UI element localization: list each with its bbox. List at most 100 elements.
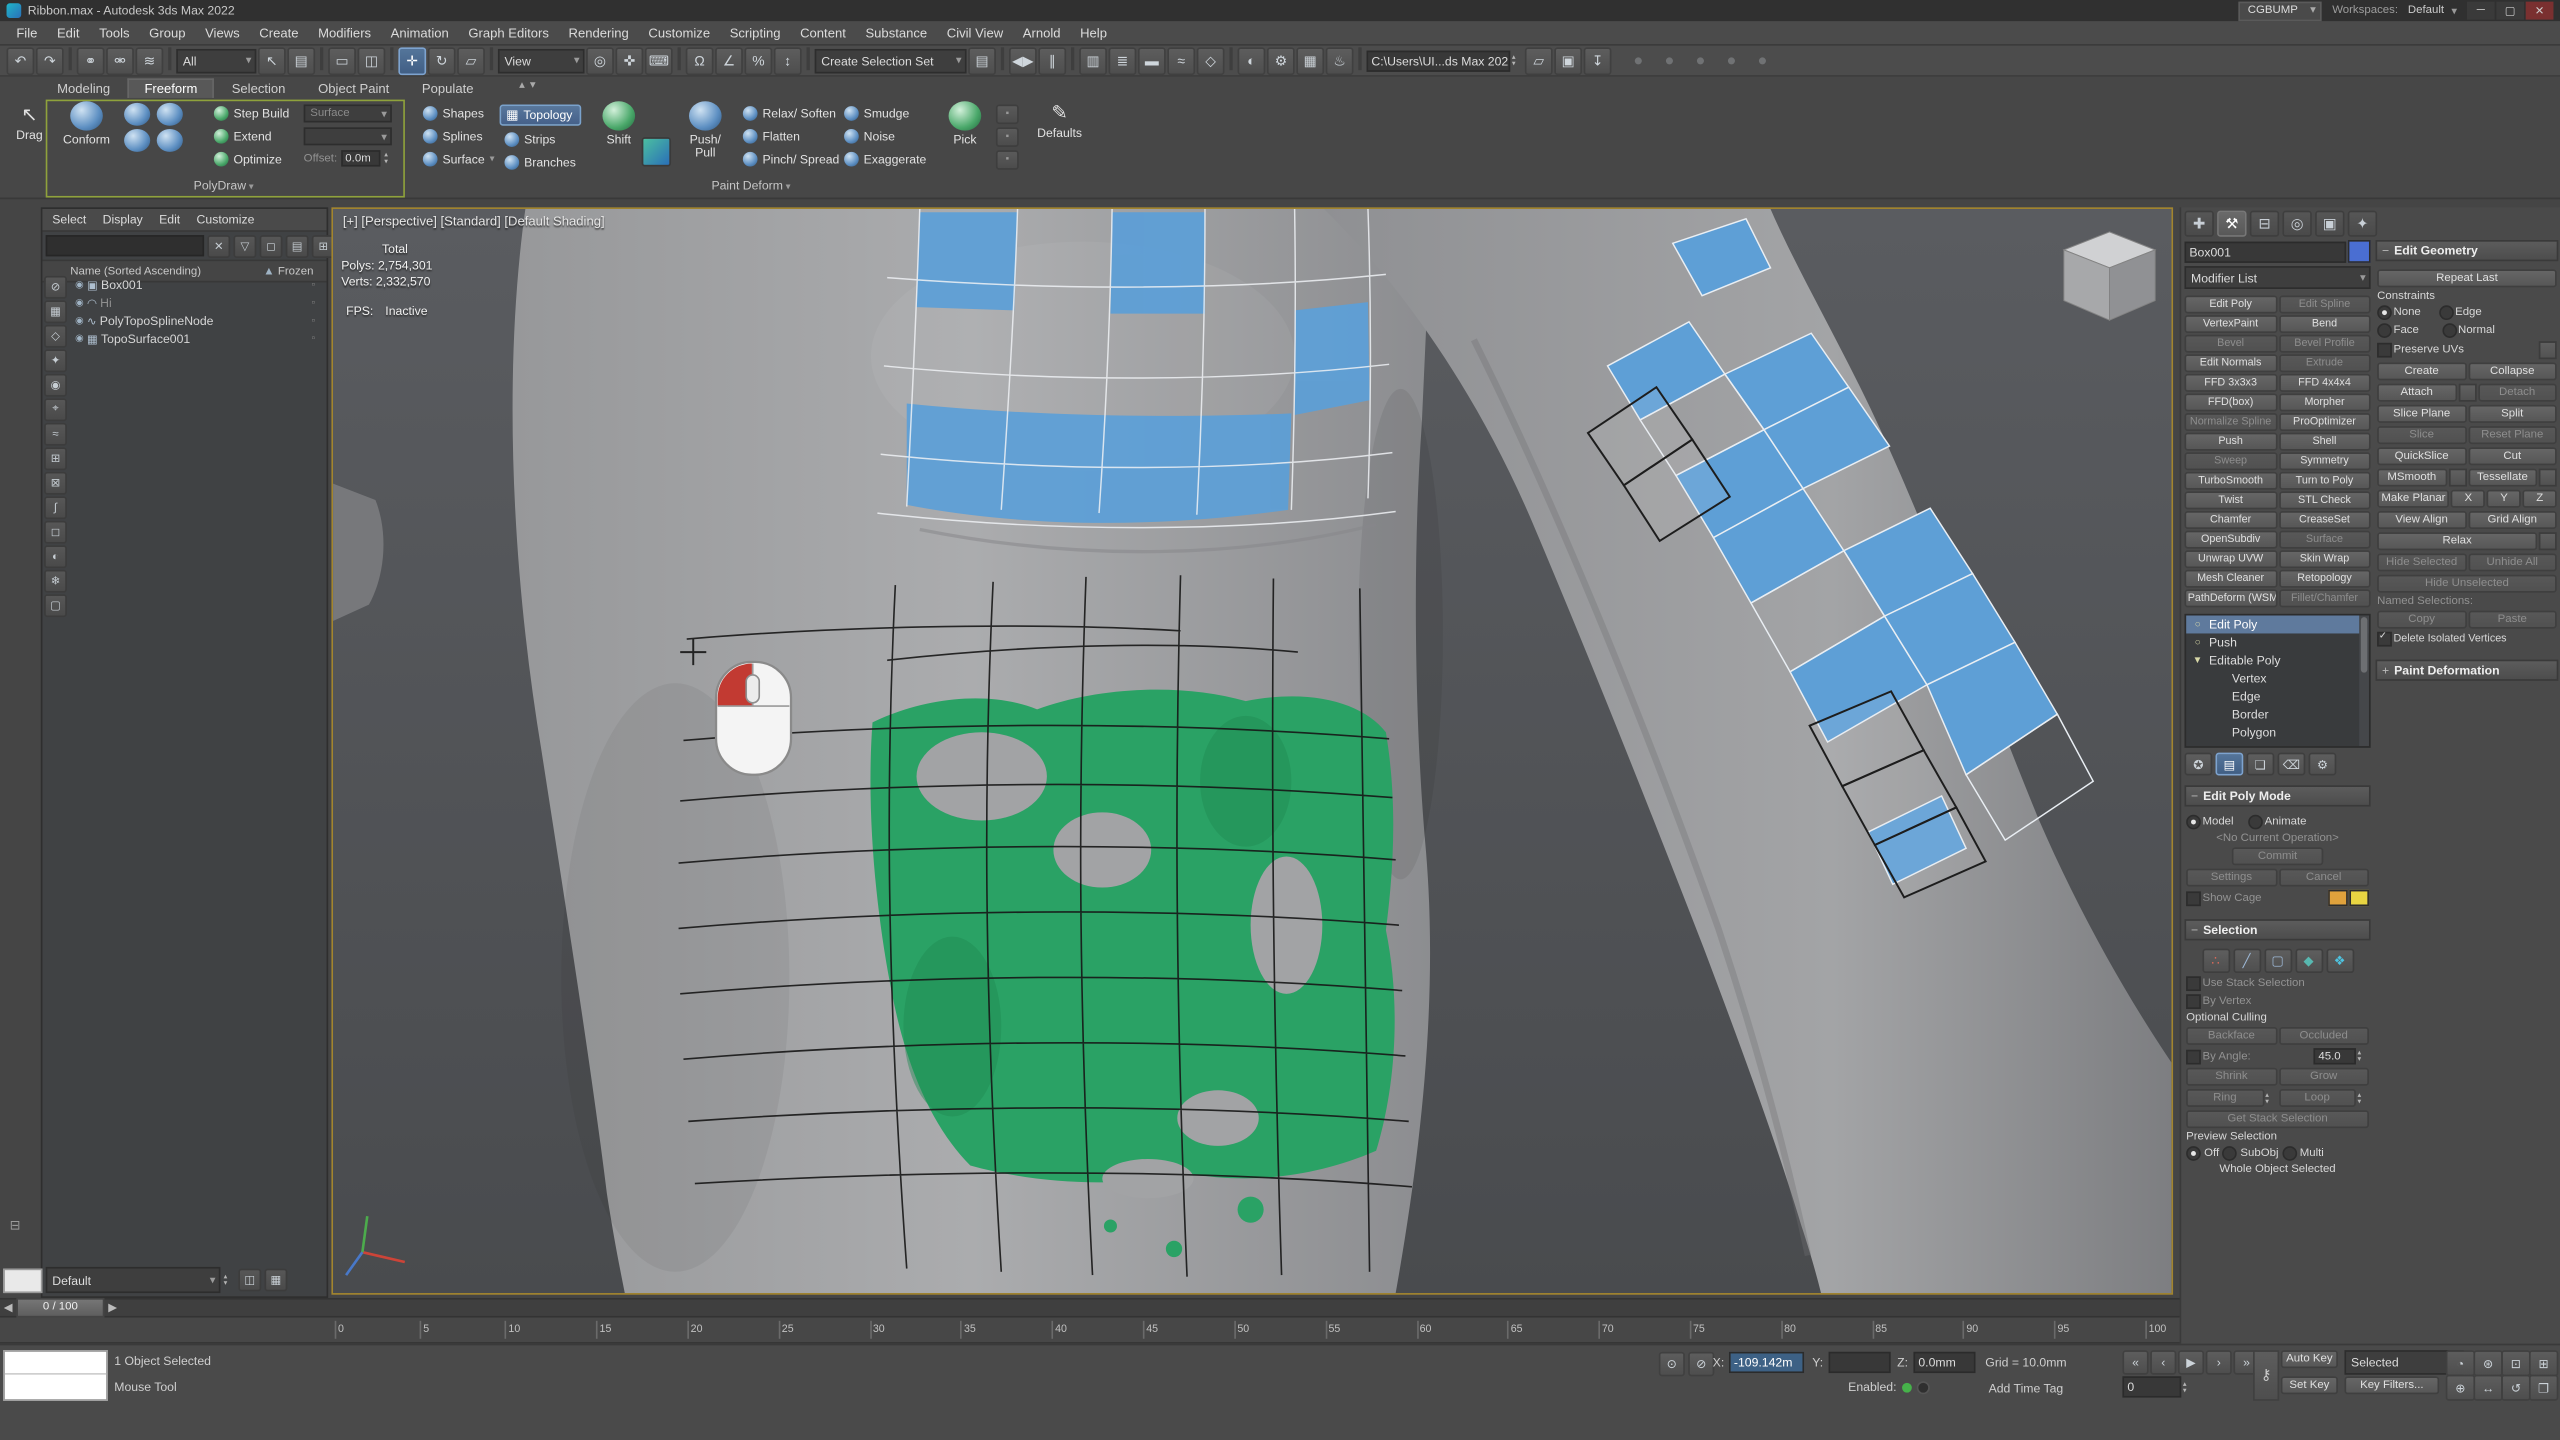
border-icon[interactable]: ▢ [2264,949,2292,973]
stack-row-border[interactable]: Border [2186,705,2369,723]
toolbar-extra-icon[interactable]: ▣ [1554,47,1582,75]
select-and-link-icon[interactable]: ⚭ [77,47,105,75]
menu-group[interactable]: Group [139,25,195,40]
display-tab-icon[interactable]: ▣ [2315,211,2344,237]
menu-animation[interactable]: Animation [381,25,459,40]
modifier-button[interactable]: Bend [2278,315,2370,333]
flatten-button[interactable]: Flatten [738,127,844,145]
collapse-button[interactable]: Collapse [2468,362,2557,380]
polydraw-drag-button[interactable]: ↖ Drag [8,103,50,143]
angle-snap-icon[interactable]: ∠ [715,47,743,75]
create-button[interactable]: Create [2377,362,2466,380]
offset-field[interactable]: 0.0m [340,150,381,166]
selection-rollout-header[interactable]: Selection [2184,919,2370,940]
toolbar-separator[interactable] [1071,47,1074,70]
toolbar-separator[interactable] [320,47,323,70]
frozen-cell[interactable]: ▫ [312,334,315,344]
model-radio[interactable] [2186,815,2201,830]
toolbar-separator[interactable] [1358,47,1361,70]
modifier-button[interactable]: ProOptimizer [2278,413,2370,431]
offset-spinner[interactable]: ▴▾ [384,152,395,165]
align-icon[interactable]: ∥ [1038,47,1066,75]
menu-scripting[interactable]: Scripting [720,25,790,40]
set-key-button[interactable]: Set Key [2281,1376,2338,1394]
modifier-button[interactable]: TurboSmooth [2184,472,2276,490]
zoom-extents-all-icon[interactable]: ⊞ [2529,1350,2558,1376]
toolbar-separator[interactable] [678,47,681,70]
modifier-button[interactable]: Skin Wrap [2278,550,2370,568]
modifier-button[interactable]: Shell [2278,433,2370,451]
ring-spinner[interactable]: ▴▾ [2265,1091,2276,1104]
maximize-viewport-icon[interactable]: ❒ [2529,1375,2558,1401]
by-vertex-checkbox[interactable] [2186,994,2201,1009]
menu-views[interactable]: Views [195,25,249,40]
menu-civil-view[interactable]: Civil View [937,25,1013,40]
stack-row-vertex[interactable]: Vertex [2186,669,2369,687]
planar-x-button[interactable]: X [2451,490,2485,508]
selection-lock-icon[interactable]: ⊘ [1688,1352,1714,1376]
display-groups-icon[interactable]: ⊞ [44,447,67,470]
motion-tab-icon[interactable]: ◎ [2282,211,2311,237]
extend-button[interactable]: Extend [209,127,294,145]
view-reference-dropdown[interactable]: View [498,48,585,72]
ring-button[interactable]: Ring [2186,1089,2264,1107]
by-angle-checkbox[interactable] [2186,1049,2201,1064]
attach-settings-icon[interactable] [2458,384,2476,402]
cage-color-swatch[interactable] [2328,890,2348,906]
hide-selected-button[interactable]: Hide Selected [2377,553,2466,571]
percent-snap-icon[interactable]: % [744,47,772,75]
settings-button[interactable]: Settings [2186,869,2277,887]
explorer-menu-select[interactable]: Select [46,212,93,227]
frozen-cell[interactable]: ▫ [312,316,315,326]
backface-button[interactable]: Backface [2186,1027,2277,1045]
scene-item-box001[interactable]: ◉ ▣ Box001 ▫ [69,276,325,294]
material-editor-icon[interactable]: ◐ [1238,47,1266,75]
visibility-icon[interactable]: ◉ [75,315,84,326]
paint-mini-icon[interactable]: ▪ [996,150,1019,170]
project-path-field[interactable]: C:\Users\UI...ds Max 2022 [1367,50,1511,71]
explorer-config-icon[interactable]: ▦ [264,1269,287,1292]
fov-icon[interactable]: ◔ [2446,1350,2475,1376]
toolbar-separator[interactable] [490,47,493,70]
use-stack-selection-checkbox[interactable] [2186,976,2201,991]
modifier-button[interactable]: Edit Poly [2184,296,2276,314]
window-crossing-icon[interactable]: ◫ [358,47,386,75]
select-and-rotate-icon[interactable]: ↻ [428,47,456,75]
modifier-button[interactable]: Mesh Cleaner [2184,570,2276,588]
preview-off-radio[interactable] [2186,1146,2201,1161]
ribbon-minimize-icon[interactable]: ▴ [519,78,525,91]
modifier-button[interactable]: Fillet/Chamfer [2278,589,2370,607]
slice-plane-button[interactable]: Slice Plane [2377,405,2466,423]
stack-row-edit-poly[interactable]: ○ Edit Poly [2186,616,2369,634]
current-frame-field[interactable]: 0 [2122,1376,2181,1397]
angle-field[interactable]: 45.0 [2313,1048,2355,1064]
display-materials-icon[interactable]: ◐ [44,545,67,568]
unhide-all-button[interactable]: Unhide All [2468,553,2557,571]
modifier-button[interactable]: Twist [2184,491,2276,509]
modifier-button[interactable]: Extrude [2278,354,2370,372]
stack-row-edge[interactable]: Edge [2186,687,2369,705]
visibility-icon[interactable]: ◉ [75,297,84,308]
paint-mini-icon[interactable]: ▪ [996,127,1019,147]
visibility-icon[interactable]: ◉ [75,279,84,290]
angle-spinner[interactable]: ▴▾ [2358,1050,2369,1063]
toolbar-separator[interactable] [807,47,810,70]
cage-selected-color-swatch[interactable] [2349,890,2369,906]
toggle-scene-explorer-icon[interactable]: ▥ [1079,47,1107,75]
slice-button[interactable]: Slice [2377,426,2466,444]
toolbar-extra-icon[interactable]: ↧ [1584,47,1612,75]
pin-stack-icon[interactable]: ✪ [2184,753,2212,776]
scene-item-hi[interactable]: ◉ ◠ Hi ▫ [69,294,325,312]
scene-item-polytoposplinenode[interactable]: ◉ ∿ PolyTopoSplineNode ▫ [69,312,325,330]
tab-selection[interactable]: Selection [217,80,300,98]
menu-modifiers[interactable]: Modifiers [308,25,381,40]
relax-button[interactable]: Relax [2377,532,2537,550]
configure-modifier-sets-icon[interactable]: ⚙ [2309,753,2337,776]
paint-deform-panel-label[interactable]: Paint Deform [408,178,1094,193]
edit-named-selection-sets-icon[interactable]: ▤ [968,47,996,75]
commit-button[interactable]: Commit [2232,847,2323,865]
zoom-all-icon[interactable]: ⊛ [2473,1350,2502,1376]
modifier-button[interactable]: Bevel Profile [2278,335,2370,353]
toolbar-separator[interactable] [1229,47,1232,70]
shrink-button[interactable]: Shrink [2186,1068,2277,1086]
